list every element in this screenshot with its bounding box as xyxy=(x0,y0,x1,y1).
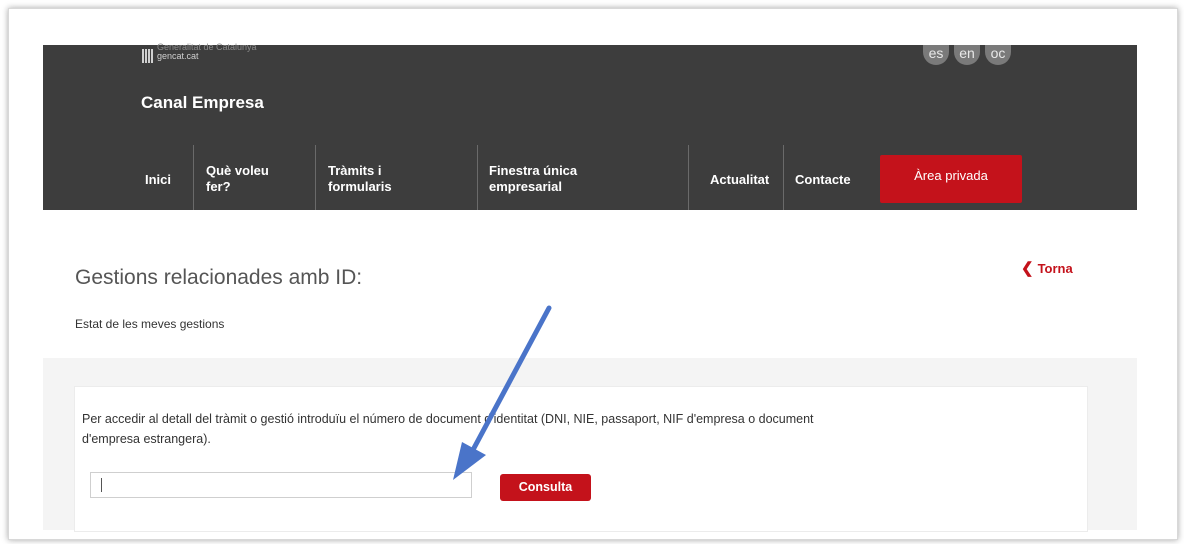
nav-divider xyxy=(193,145,194,210)
nav-item-tramits[interactable]: Tràmits i formularis xyxy=(328,163,418,195)
site-header: Generalitat de Catalunya gencat.cat es e… xyxy=(43,43,1137,210)
nav-divider xyxy=(315,145,316,210)
document-id-input[interactable] xyxy=(90,472,472,498)
nav-item-finestra-unica[interactable]: Finestra única empresarial xyxy=(489,163,619,195)
language-switcher: es en oc xyxy=(923,45,1011,65)
logo-domain: gencat.cat xyxy=(157,51,199,61)
language-es[interactable]: es xyxy=(923,45,949,65)
page-subtitle: Estat de les meves gestions xyxy=(75,317,225,331)
instructions-text: Per accedir al detall del tràmit o gesti… xyxy=(82,412,814,446)
gencat-logo[interactable]: Generalitat de Catalunya gencat.cat xyxy=(142,43,257,63)
nav-divider xyxy=(688,145,689,210)
nav-item-que-voleu-fer[interactable]: Què voleu fer? xyxy=(206,163,296,195)
language-oc[interactable]: oc xyxy=(985,45,1011,65)
back-link[interactable]: ❮ Torna xyxy=(1021,259,1073,277)
consult-button[interactable]: Consulta xyxy=(500,474,591,501)
nav-divider xyxy=(783,145,784,210)
private-area-button[interactable]: Àrea privada xyxy=(880,155,1022,203)
page-title: Gestions relacionades amb ID: xyxy=(75,266,363,289)
nav-item-inici[interactable]: Inici xyxy=(145,172,171,188)
nav-item-actualitat[interactable]: Actualitat xyxy=(710,172,769,188)
chevron-left-icon: ❮ xyxy=(1021,260,1034,277)
nav-item-contacte[interactable]: Contacte xyxy=(795,172,851,188)
nav-divider xyxy=(477,145,478,210)
search-card xyxy=(74,386,1088,532)
site-title[interactable]: Canal Empresa xyxy=(141,93,264,113)
text-caret xyxy=(101,478,102,492)
back-link-label: Torna xyxy=(1037,261,1073,276)
gencat-logo-icon xyxy=(142,49,153,63)
language-en[interactable]: en xyxy=(954,45,980,65)
